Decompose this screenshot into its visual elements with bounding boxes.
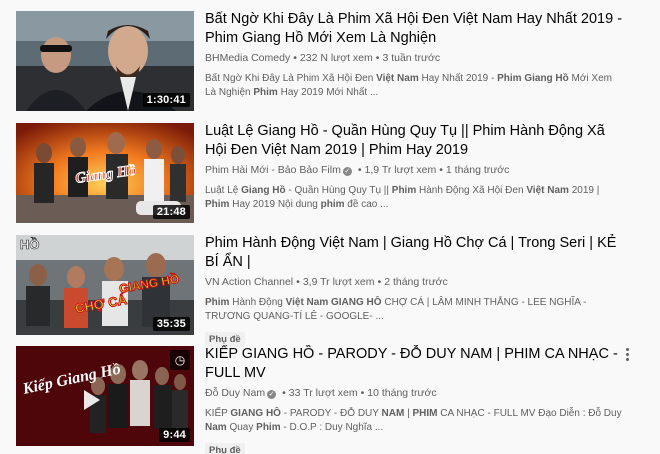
description-text: Quay — [226, 422, 257, 433]
video-thumbnail[interactable]: HỒ GIANG HỒ CHỢ CÁ 35:35 — [16, 235, 194, 335]
video-thumbnail[interactable]: Kiếp Giang Hồ ◷ 9:44 — [16, 346, 194, 446]
description-text: CA NHẠC - FULL MV Đạo Diễn : Đỗ Duy — [437, 408, 622, 419]
video-result[interactable]: HỒ GIANG HỒ CHỢ CÁ 35:35 Phim Hành Động … — [16, 235, 646, 347]
video-metadata: VN Action Channel • 3,9 Tr lượt xem • 2 thán… — [205, 275, 625, 289]
menu-dot — [625, 348, 629, 351]
description-keyword: PHIM — [412, 408, 438, 419]
description-keyword: GIANG HỒ — [230, 408, 281, 419]
description-keyword: Phim — [256, 422, 281, 433]
description-text: Luật Lệ — [205, 185, 242, 196]
separator-dot: • — [282, 387, 286, 399]
more-vert-icon[interactable] — [620, 346, 634, 366]
view-count: 3,9 Tr lượt xem — [302, 276, 375, 288]
upload-age: 3 tuần trước — [382, 52, 441, 64]
video-info: Phim Hành Động Việt Nam | Giang Hồ Chợ C… — [205, 234, 625, 347]
description-keyword: Giang Hồ — [241, 185, 286, 196]
view-count: 232 N lượt xem — [299, 52, 373, 64]
video-metadata: Đỗ Duy Nam ✓ • 33 Tr lượt xem • 10 tháng trướ… — [205, 386, 625, 400]
description-keyword: Phim — [253, 87, 278, 98]
separator-dot: • — [296, 276, 300, 288]
video-title[interactable]: KIẾP GIANG HỒ - PARODY - ĐỖ DUY NAM | PH… — [205, 345, 625, 383]
description-text: Hay Nhất 2019 - — [418, 73, 498, 84]
thumbnail-top-text: HỒ — [20, 237, 40, 252]
description-keyword: Nam — [205, 422, 227, 433]
verified-badge-icon: ✓ — [342, 167, 352, 176]
upload-age: 10 tháng trước — [367, 387, 437, 399]
video-duration: 1:30:41 — [142, 93, 190, 107]
description-text: Hay 2019 Mới Nhất ... — [277, 87, 379, 98]
description-text: Hay 2019 Nội dung — [229, 199, 321, 210]
description-keyword: NAM — [381, 408, 405, 419]
video-description: Bất Ngờ Khi Đây Là Phim Xã Hội Đen Việt … — [205, 72, 625, 100]
view-count: 1,9 Tr lượt xem — [364, 164, 437, 176]
description-keyword: Phim — [391, 185, 417, 196]
description-text: - D.O.P : Duy Nghĩa ... — [280, 422, 384, 433]
video-duration: 21:48 — [152, 205, 190, 219]
separator-dot: • — [293, 52, 297, 64]
separator-dot: • — [439, 164, 443, 176]
channel-name[interactable]: Phim Hài Mới - Bảo Bảo Film — [205, 164, 341, 176]
separator-dot: • — [360, 387, 365, 399]
subtitles-badge: Phụ đề — [205, 443, 245, 454]
channel-name[interactable]: VN Action Channel — [205, 276, 293, 288]
video-thumbnail[interactable]: 1:30:41 — [16, 11, 194, 111]
video-result[interactable]: 1:30:41 Bất Ngờ Khi Đây Là Phim Xã Hội Đ… — [16, 11, 646, 111]
upload-age: 1 tháng trước — [445, 164, 510, 176]
channel-name[interactable]: BHMedia Comedy — [205, 52, 290, 64]
menu-dot — [625, 358, 629, 361]
description-keyword: Việt Nam — [376, 73, 419, 84]
video-title[interactable]: Bất Ngờ Khi Đây Là Phim Xã Hội Đen Việt … — [205, 10, 625, 48]
separator-dot: • — [375, 52, 380, 64]
separator-dot: • — [357, 164, 362, 176]
description-text: - Quần Hùng Quy Tụ || — [285, 185, 392, 196]
verified-badge-icon: ✓ — [267, 390, 277, 399]
video-description: Phim Hành Động Việt Nam GIANG HỒ CHỢ CÁ … — [205, 296, 625, 324]
menu-dot — [625, 353, 629, 356]
video-info: Luật Lệ Giang Hồ - Quần Hùng Quy Tụ || P… — [205, 122, 625, 212]
description-keyword: Phim Giang Hồ — [497, 73, 569, 84]
video-result[interactable]: Giang Hồ 21:48 Luật Lệ Giang Hồ - Quần H… — [16, 123, 646, 223]
clock-icon[interactable]: ◷ — [170, 350, 190, 370]
video-info: Bất Ngờ Khi Đây Là Phim Xã Hội Đen Việt … — [205, 10, 625, 100]
video-result[interactable]: Kiếp Giang Hồ ◷ 9:44 KIẾP GIANG HỒ - PAR… — [16, 346, 646, 454]
view-count: 33 Tr lượt xem — [288, 387, 358, 399]
video-title[interactable]: Luật Lệ Giang Hồ - Quần Hùng Quy Tụ || P… — [205, 122, 625, 160]
video-info: KIẾP GIANG HỒ - PARODY - ĐỖ DUY NAM | PH… — [205, 345, 625, 454]
description-text: 2019 | — [568, 185, 600, 196]
description-text: Hành Động Xã Hội Đen — [416, 185, 527, 196]
video-description: Luật Lệ Giang Hồ - Quần Hùng Quy Tụ || P… — [205, 184, 625, 212]
search-results-list: 1:30:41 Bất Ngờ Khi Đây Là Phim Xã Hội Đ… — [0, 0, 660, 454]
description-text: KIẾP — [205, 408, 231, 419]
video-description: KIẾP GIANG HỒ - PARODY - ĐỖ DUY NAM | PH… — [205, 407, 625, 435]
separator-dot: • — [377, 276, 382, 288]
video-metadata: Phim Hài Mới - Bảo Bảo Film ✓ • 1,9 Tr lượt… — [205, 163, 625, 177]
video-title[interactable]: Phim Hành Động Việt Nam | Giang Hồ Chợ C… — [205, 234, 625, 272]
description-text: - PARODY - ĐỖ DUY — [280, 408, 382, 419]
description-text: đề cao ... — [344, 199, 389, 210]
description-keyword: Phim — [205, 297, 230, 308]
video-thumbnail[interactable]: Giang Hồ 21:48 — [16, 123, 194, 223]
upload-age: 2 tháng trước — [384, 276, 448, 288]
video-duration: 9:44 — [159, 428, 190, 442]
description-text: Bất Ngờ Khi Đây Là Phim Xã Hội Đen — [205, 73, 377, 84]
description-text: Hành Động — [229, 297, 286, 308]
description-keyword: Việt Nam GIANG HỒ — [285, 297, 382, 308]
channel-name[interactable]: Đỗ Duy Nam — [205, 387, 265, 399]
description-keyword: phim — [320, 199, 345, 210]
video-duration: 35:35 — [152, 317, 190, 331]
description-keyword: Phim — [205, 199, 230, 210]
description-keyword: Việt Nam — [526, 185, 569, 196]
video-metadata: BHMedia Comedy • 232 N lượt xem • 3 tuần trư… — [205, 51, 625, 65]
